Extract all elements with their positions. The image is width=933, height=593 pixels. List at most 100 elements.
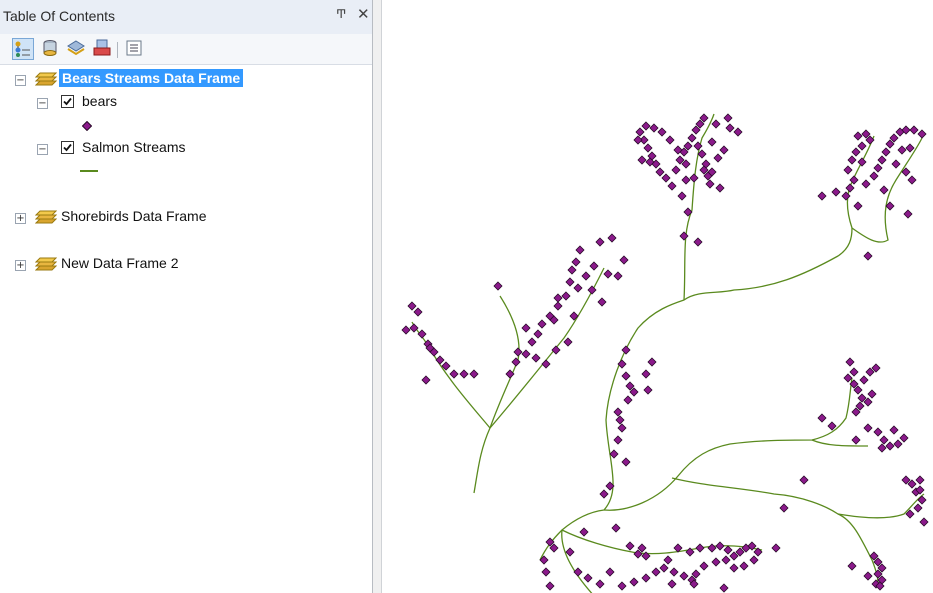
collapse-toggle[interactable]: −	[37, 144, 48, 155]
bear-point	[575, 245, 585, 255]
bear-point	[629, 577, 639, 587]
bear-point	[853, 131, 863, 141]
bear-point	[723, 113, 733, 123]
bear-point	[657, 127, 667, 137]
bear-point	[613, 271, 623, 281]
bear-point	[885, 441, 895, 451]
bear-point	[817, 191, 827, 201]
bear-point	[581, 271, 591, 281]
bear-point	[851, 147, 861, 157]
layer-label[interactable]: bears	[82, 93, 117, 109]
bear-point	[827, 421, 837, 431]
layer-row[interactable]: − Salmon Streams	[0, 137, 372, 159]
bear-point	[605, 567, 615, 577]
data-frame-label[interactable]: New Data Frame 2	[61, 255, 178, 271]
bear-point	[879, 185, 889, 195]
expand-toggle[interactable]: +	[15, 260, 26, 271]
bear-point	[873, 163, 883, 173]
bear-point	[847, 561, 857, 571]
bear-point	[707, 543, 717, 553]
bear-point	[779, 503, 789, 513]
stream-line	[561, 227, 853, 593]
bear-point	[617, 423, 627, 433]
bear-point	[877, 155, 887, 165]
bear-point	[541, 567, 551, 577]
bear-point	[851, 435, 861, 445]
bear-point	[553, 301, 563, 311]
bear-point	[567, 265, 577, 275]
bear-point	[617, 359, 627, 369]
bear-point	[733, 127, 743, 137]
bear-point	[863, 251, 873, 261]
collapse-toggle[interactable]: −	[37, 98, 48, 109]
data-frame-row[interactable]: + Shorebirds Data Frame	[0, 206, 372, 228]
bear-point	[571, 257, 581, 267]
close-icon[interactable]: ✕	[357, 5, 370, 23]
bear-point	[889, 425, 899, 435]
bear-point	[541, 359, 551, 369]
bear-point	[843, 373, 853, 383]
bear-point	[599, 489, 609, 499]
layer-visibility-checkbox[interactable]	[61, 141, 74, 154]
bear-point	[721, 555, 731, 565]
bear-point	[435, 355, 445, 365]
toolbar-separator	[117, 42, 118, 58]
bear-point	[667, 579, 677, 589]
bear-point	[573, 567, 583, 577]
pin-icon[interactable]: Ͳ	[336, 7, 346, 21]
bear-point	[621, 345, 631, 355]
bear-point	[681, 175, 691, 185]
bear-point	[641, 369, 651, 379]
list-by-source-icon[interactable]	[40, 38, 60, 58]
list-by-drawing-order-icon[interactable]	[12, 38, 34, 60]
data-frame-label[interactable]: Shorebirds Data Frame	[61, 208, 207, 224]
bear-point	[573, 283, 583, 293]
bear-point	[667, 181, 677, 191]
options-icon[interactable]	[124, 38, 144, 58]
bear-point	[565, 277, 575, 287]
layer-row[interactable]: − bears	[0, 91, 372, 113]
bear-point	[603, 269, 613, 279]
bear-point	[845, 357, 855, 367]
legend-row	[0, 161, 372, 179]
panel-splitter[interactable]	[372, 0, 382, 593]
bear-point	[917, 129, 927, 139]
bear-point	[905, 143, 915, 153]
expand-toggle[interactable]: +	[15, 213, 26, 224]
bear-point	[655, 167, 665, 177]
bear-point	[687, 133, 697, 143]
bear-point	[817, 413, 827, 423]
list-by-visibility-icon[interactable]	[66, 38, 86, 58]
bear-point	[867, 389, 877, 399]
map-canvas[interactable]	[382, 0, 933, 593]
bear-point	[719, 145, 729, 155]
bear-point	[647, 357, 657, 367]
bear-point	[621, 457, 631, 467]
bear-point	[607, 233, 617, 243]
list-by-selection-icon[interactable]	[92, 38, 112, 58]
bear-point	[863, 423, 873, 433]
bear-point	[553, 293, 563, 303]
bear-point	[915, 475, 925, 485]
layer-visibility-checkbox[interactable]	[61, 95, 74, 108]
collapse-toggle[interactable]: −	[15, 75, 26, 86]
toc-title: Table Of Contents	[3, 8, 116, 24]
stream-line	[473, 295, 520, 494]
layer-label[interactable]: Salmon Streams	[82, 139, 185, 155]
bear-point	[625, 541, 635, 551]
bear-point	[659, 563, 669, 573]
bear-point	[919, 517, 929, 527]
bear-point	[711, 119, 721, 129]
map-display[interactable]	[382, 0, 933, 593]
bear-point	[613, 407, 623, 417]
bear-point	[845, 183, 855, 193]
bear-point	[615, 415, 625, 425]
data-frame-row[interactable]: − Bears Streams Data Frame	[0, 68, 372, 90]
bear-point	[893, 439, 903, 449]
bear-point	[663, 555, 673, 565]
bear-point	[723, 545, 733, 555]
bear-point	[909, 125, 919, 135]
line-symbol-icon	[80, 170, 98, 172]
data-frame-row[interactable]: + New Data Frame 2	[0, 253, 372, 275]
data-frame-label[interactable]: Bears Streams Data Frame	[59, 69, 244, 87]
